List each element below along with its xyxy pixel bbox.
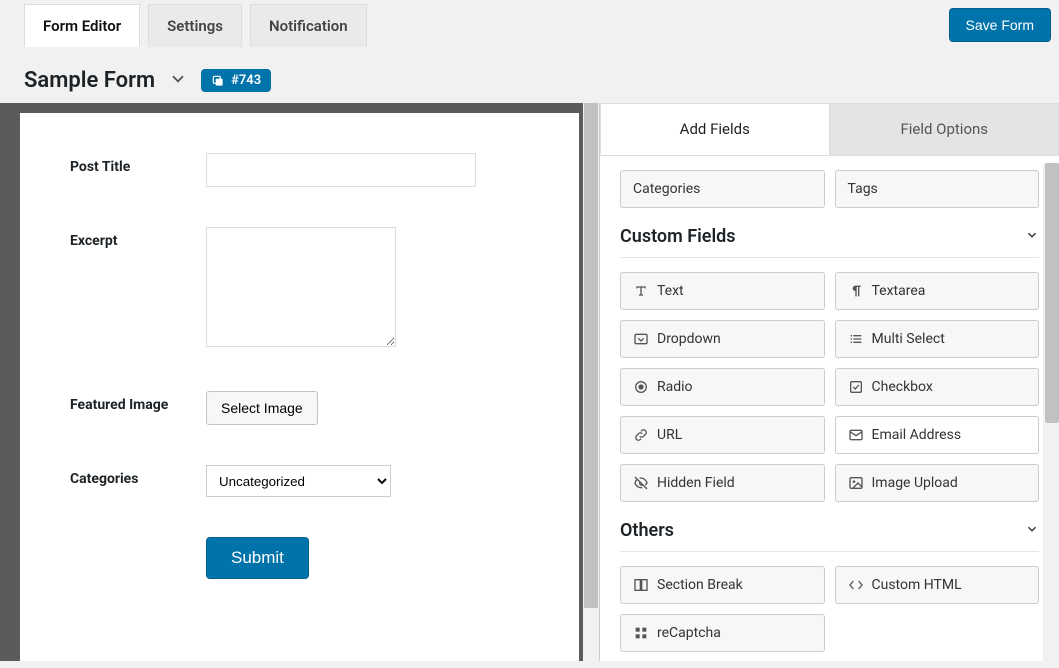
fields-panel-body: Categories Tags Custom Fields Text Texta…	[600, 156, 1059, 661]
tab-add-fields[interactable]: Add Fields	[600, 103, 830, 155]
shortcode-label: #743	[231, 73, 261, 88]
categories-select[interactable]: Uncategorized	[206, 465, 391, 497]
paragraph-icon	[848, 283, 864, 299]
field-btn-section-break[interactable]: Section Break	[620, 566, 825, 604]
preview-scrollbar[interactable]	[583, 103, 599, 661]
field-btn-tags[interactable]: Tags	[835, 170, 1040, 208]
chevron-down-icon	[1025, 522, 1039, 540]
tab-settings[interactable]: Settings	[148, 4, 242, 47]
section-others[interactable]: Others	[620, 520, 1039, 552]
chevron-down-icon	[1025, 228, 1039, 246]
field-btn-checkbox[interactable]: Checkbox	[835, 368, 1040, 406]
grid-icon	[633, 625, 649, 641]
radio-icon	[633, 379, 649, 395]
text-icon	[633, 283, 649, 299]
field-btn-recaptcha[interactable]: reCaptcha	[620, 614, 825, 652]
field-btn-dropdown[interactable]: Dropdown	[620, 320, 825, 358]
field-btn-radio[interactable]: Radio	[620, 368, 825, 406]
fields-panel-tabs: Add Fields Field Options	[600, 103, 1059, 156]
field-excerpt: Excerpt	[70, 227, 529, 351]
preview-scroll-thumb[interactable]	[584, 103, 598, 608]
custom-fields-grid: Text Textarea Dropdown Multi Select Radi…	[620, 272, 1039, 502]
main-layout: Post Title Excerpt Featured Image Select…	[0, 103, 1059, 661]
field-btn-hidden[interactable]: Hidden Field	[620, 464, 825, 502]
field-btn-url[interactable]: URL	[620, 416, 825, 454]
field-btn-categories[interactable]: Categories	[620, 170, 825, 208]
shortcode-button[interactable]: #743	[201, 69, 271, 92]
field-categories: Categories Uncategorized	[70, 465, 529, 497]
excerpt-textarea[interactable]	[206, 227, 396, 347]
others-grid: Section Break Custom HTML reCaptcha	[620, 566, 1039, 652]
featured-image-label: Featured Image	[70, 391, 190, 413]
tab-field-options[interactable]: Field Options	[830, 103, 1059, 155]
field-btn-custom-html[interactable]: Custom HTML	[835, 566, 1040, 604]
top-bar: Form Editor Settings Notification Save F…	[0, 0, 1059, 50]
form-title-chevron-icon[interactable]	[169, 70, 187, 92]
field-featured-image: Featured Image Select Image	[70, 391, 529, 425]
copy-icon	[211, 74, 225, 88]
form-preview-panel: Post Title Excerpt Featured Image Select…	[0, 103, 600, 661]
field-post-title: Post Title	[70, 153, 529, 187]
fields-scrollbar[interactable]	[1043, 163, 1059, 661]
eye-off-icon	[633, 475, 649, 491]
columns-icon	[633, 577, 649, 593]
field-btn-textarea[interactable]: Textarea	[835, 272, 1040, 310]
select-image-button[interactable]: Select Image	[206, 391, 318, 425]
form-preview-scroll[interactable]: Post Title Excerpt Featured Image Select…	[0, 103, 599, 661]
categories-label: Categories	[70, 465, 190, 487]
checkbox-icon	[848, 379, 864, 395]
post-title-input[interactable]	[206, 153, 476, 187]
fields-scroll-thumb[interactable]	[1045, 163, 1059, 423]
tab-notification[interactable]: Notification	[250, 4, 367, 47]
email-icon	[848, 427, 864, 443]
submit-button[interactable]: Submit	[206, 537, 309, 579]
others-title: Others	[620, 520, 674, 541]
save-form-button[interactable]: Save Form	[949, 8, 1051, 42]
custom-fields-title: Custom Fields	[620, 226, 736, 247]
image-icon	[848, 475, 864, 491]
form-subheader: Sample Form #743	[0, 50, 1059, 103]
field-btn-multi-select[interactable]: Multi Select	[835, 320, 1040, 358]
field-btn-email[interactable]: Email Address	[835, 416, 1040, 454]
dropdown-icon	[633, 331, 649, 347]
field-btn-image-upload[interactable]: Image Upload	[835, 464, 1040, 502]
field-btn-text[interactable]: Text	[620, 272, 825, 310]
list-icon	[848, 331, 864, 347]
form-title: Sample Form	[24, 68, 155, 93]
excerpt-label: Excerpt	[70, 227, 190, 249]
form-preview-card: Post Title Excerpt Featured Image Select…	[20, 113, 579, 661]
post-title-label: Post Title	[70, 153, 190, 175]
top-tabs: Form Editor Settings Notification	[0, 4, 367, 47]
section-custom-fields[interactable]: Custom Fields	[620, 226, 1039, 258]
post-fields-grid: Categories Tags	[620, 170, 1039, 208]
link-icon	[633, 427, 649, 443]
tab-form-editor[interactable]: Form Editor	[24, 4, 140, 47]
fields-panel: Add Fields Field Options Categories Tags…	[600, 103, 1059, 661]
code-icon	[848, 577, 864, 593]
